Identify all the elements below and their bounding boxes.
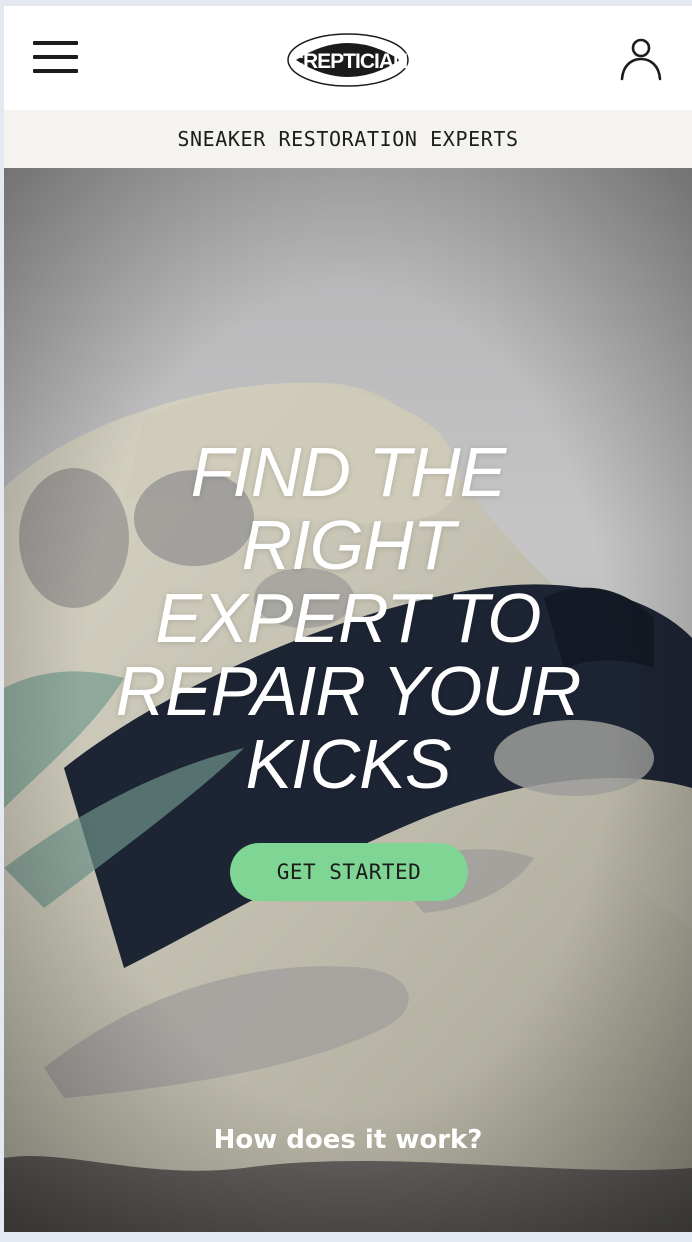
hero-section: FIND THE RIGHT EXPERT TO REPAIR YOUR KIC… [4, 168, 692, 1232]
tagline-banner: SNEAKER RESTORATION EXPERTS [4, 110, 692, 168]
page-frame: CREPTICIAN SNEAKER RESTORATION EXPERTS F… [4, 6, 692, 1232]
how-it-works-link[interactable]: How does it work? [4, 1125, 692, 1155]
user-account-icon[interactable] [618, 34, 664, 82]
svg-text:CREPTICIAN: CREPTICIAN [289, 50, 407, 73]
get-started-button[interactable]: GET STARTED [230, 843, 468, 901]
tagline-text: SNEAKER RESTORATION EXPERTS [177, 127, 519, 151]
hero-headline: FIND THE RIGHT EXPERT TO REPAIR YOUR KIC… [115, 433, 582, 803]
top-header: CREPTICIAN [4, 6, 692, 110]
brand-logo[interactable]: CREPTICIAN [286, 32, 410, 88]
hamburger-menu-icon[interactable] [33, 39, 79, 75]
